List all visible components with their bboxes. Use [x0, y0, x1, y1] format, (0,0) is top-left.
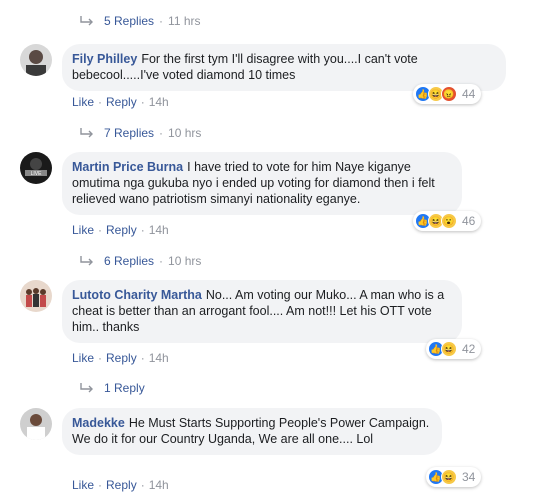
view-replies-link[interactable]: 5 Replies · 11 hrs	[80, 12, 201, 30]
view-replies-link[interactable]: 1 Reply	[80, 379, 145, 397]
separator-dot: ·	[140, 351, 145, 365]
comment-text: He Must Starts Supporting People's Power…	[72, 416, 430, 446]
replies-time: 11 hrs	[168, 14, 201, 28]
like-button[interactable]: Like	[72, 95, 94, 109]
haha-icon: 😆	[441, 341, 457, 357]
replies-count[interactable]: 7 Replies	[104, 126, 154, 140]
reaction-summary[interactable]: 👍 😆 34	[426, 467, 482, 487]
separator-dot: ·	[159, 126, 164, 140]
replies-count[interactable]: 5 Replies	[104, 14, 154, 28]
comment-time[interactable]: 14h	[149, 95, 169, 109]
separator-dot: ·	[159, 254, 164, 268]
reply-arrow-icon	[80, 16, 93, 26]
reply-button[interactable]: Reply	[106, 95, 137, 109]
replies-time: 10 hrs	[168, 126, 202, 140]
replies-time: 10 hrs	[168, 254, 202, 268]
avatar[interactable]	[20, 44, 52, 76]
view-replies-link[interactable]: 6 Replies · 10 hrs	[80, 252, 201, 270]
reply-arrow-icon	[80, 128, 93, 138]
reply-arrow-icon	[80, 256, 93, 266]
separator-dot: ·	[98, 95, 103, 109]
comment-bubble: Martin Price Burna I have tried to vote f…	[62, 152, 462, 215]
separator-dot: ·	[140, 478, 145, 492]
angry-icon: 😠	[441, 86, 457, 102]
comment-author[interactable]: Martin Price Burna	[72, 160, 183, 174]
comment-time[interactable]: 14h	[149, 478, 169, 492]
replies-count[interactable]: 1 Reply	[104, 381, 145, 395]
comment-actions: Like · Reply · 14h	[72, 351, 169, 365]
wow-icon: 😮	[441, 213, 457, 229]
comment-time[interactable]: 14h	[149, 351, 169, 365]
reaction-count: 42	[462, 342, 476, 356]
reply-arrow-icon	[80, 383, 93, 393]
separator-dot: ·	[98, 351, 103, 365]
separator-dot: ·	[159, 14, 164, 28]
avatar[interactable]	[20, 280, 52, 312]
reaction-summary[interactable]: 👍 😆 42	[426, 339, 482, 359]
like-button[interactable]: Like	[72, 223, 94, 237]
separator-dot: ·	[140, 95, 145, 109]
reaction-summary[interactable]: 👍 😆 😮 46	[413, 211, 482, 231]
reaction-count: 34	[462, 470, 476, 484]
comment-actions: Like · Reply · 14h	[72, 95, 169, 109]
reply-button[interactable]: Reply	[106, 478, 137, 492]
avatar[interactable]: LIVE	[20, 152, 52, 184]
svg-text:LIVE: LIVE	[31, 171, 43, 177]
haha-icon: 😆	[441, 469, 457, 485]
comment-time[interactable]: 14h	[149, 223, 169, 237]
comment-author[interactable]: Lutoto Charity Martha	[72, 288, 202, 302]
comment-author[interactable]: Fily Philley	[72, 52, 137, 66]
like-button[interactable]: Like	[72, 478, 94, 492]
avatar[interactable]	[20, 408, 52, 440]
separator-dot: ·	[98, 478, 103, 492]
reaction-summary[interactable]: 👍 😆 😠 44	[413, 84, 482, 104]
comment-author[interactable]: Madekke	[72, 416, 125, 430]
like-button[interactable]: Like	[72, 351, 94, 365]
separator-dot: ·	[98, 223, 103, 237]
comment-bubble: Lutoto Charity Martha No... Am voting our…	[62, 280, 462, 343]
comment-bubble: Madekke He Must Starts Supporting People'…	[62, 408, 442, 455]
reaction-count: 46	[462, 214, 476, 228]
comment-actions: Like · Reply · 14h	[72, 478, 169, 492]
reply-button[interactable]: Reply	[106, 351, 137, 365]
replies-count[interactable]: 6 Replies	[104, 254, 154, 268]
view-replies-link[interactable]: 7 Replies · 10 hrs	[80, 124, 201, 142]
reply-button[interactable]: Reply	[106, 223, 137, 237]
comment-actions: Like · Reply · 14h	[72, 223, 169, 237]
reaction-count: 44	[462, 87, 476, 101]
separator-dot: ·	[140, 223, 145, 237]
